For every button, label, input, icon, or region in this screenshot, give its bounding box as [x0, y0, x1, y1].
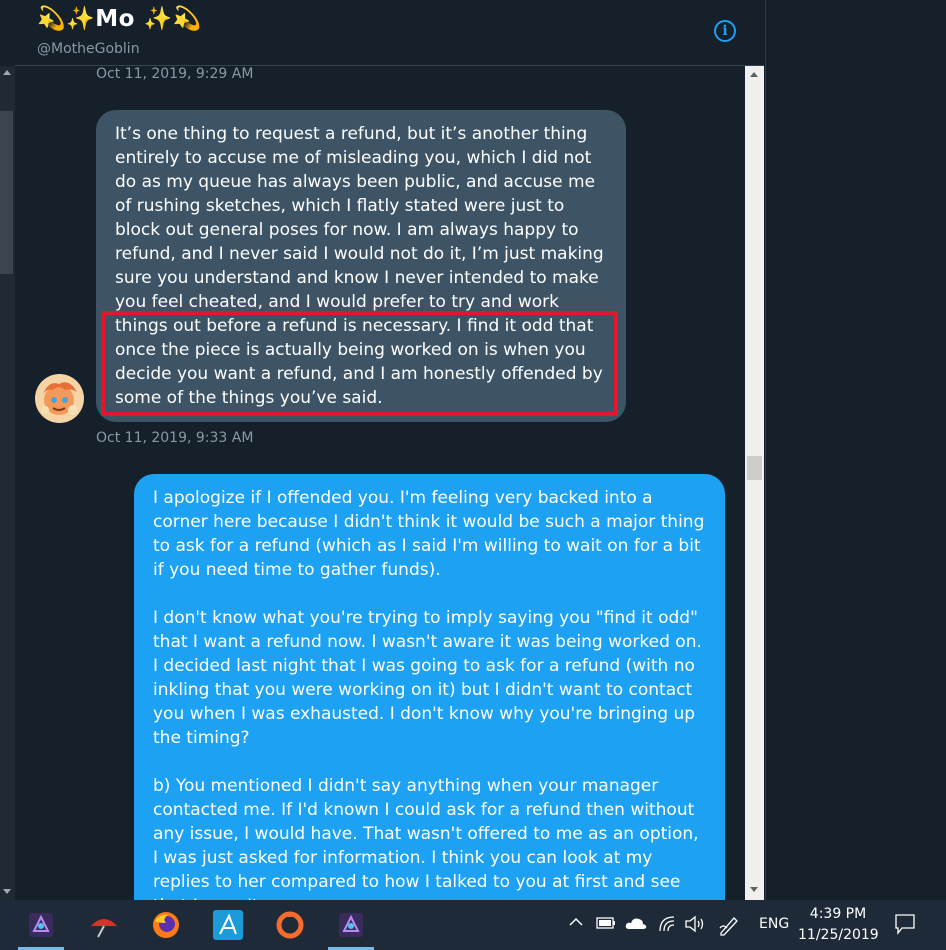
affinity-designer-icon: [213, 910, 243, 940]
taskbar-app-affinity-designer[interactable]: [199, 900, 257, 950]
system-clock[interactable]: 4:39 PM 11/25/2019: [798, 904, 879, 946]
red-highlight-box: [101, 311, 618, 416]
onedrive-cloud-icon[interactable]: [625, 916, 647, 934]
taskbar-app-firefox[interactable]: [137, 900, 195, 950]
affinity-photo-icon: [29, 913, 53, 937]
outgoing-paragraph: b) You mentioned I didn't say anything w…: [153, 776, 699, 900]
outgoing-paragraph: I apologize if I offended you. I'm feeli…: [153, 488, 705, 580]
battery-icon[interactable]: [596, 916, 616, 934]
conversation-scrollbar-thumb[interactable]: [747, 456, 762, 480]
wifi-icon[interactable]: [658, 915, 676, 937]
taskbar-app-origin[interactable]: [261, 900, 319, 950]
contact-handle[interactable]: @MotheGoblin: [37, 41, 140, 57]
message-timestamp: Oct 11, 2019, 9:29 AM: [96, 66, 254, 82]
scroll-down-arrow-icon[interactable]: [3, 889, 11, 894]
scroll-up-arrow-icon[interactable]: [750, 72, 758, 77]
avatar[interactable]: [35, 374, 84, 423]
left-scrollbar-thumb[interactable]: [0, 111, 13, 274]
brush-umbrella-icon: [91, 919, 117, 938]
clock-date: 11/25/2019: [798, 927, 879, 943]
outgoing-paragraph: I don't know what you're trying to imply…: [153, 608, 702, 748]
firefox-icon: [153, 912, 179, 938]
taskbar-app-affinity-photo[interactable]: [322, 900, 380, 950]
avatar-image: [35, 374, 84, 423]
conversation-scrollbar[interactable]: [745, 66, 764, 900]
origin-icon: [276, 911, 304, 939]
info-icon[interactable]: i: [714, 20, 736, 42]
affinity-photo-icon: [339, 913, 363, 937]
notification-center-icon[interactable]: [894, 913, 916, 939]
message-timestamp: Oct 11, 2019, 9:33 AM: [96, 430, 254, 446]
contact-display-name[interactable]: 💫✨Mo ✨💫: [37, 5, 202, 32]
dm-conversation-panel: 💫✨Mo ✨💫 @MotheGoblin i Oct 11, 2019, 9:2…: [15, 0, 766, 900]
scroll-up-arrow-icon[interactable]: [3, 70, 11, 75]
volume-icon[interactable]: [684, 915, 706, 937]
pen-workspace-icon[interactable]: [718, 914, 740, 940]
outgoing-message-bubble[interactable]: I apologize if I offended you. I'm feeli…: [134, 474, 725, 900]
scroll-down-arrow-icon[interactable]: [750, 887, 758, 892]
input-language-indicator[interactable]: ENG: [759, 916, 789, 932]
clock-time: 4:39 PM: [809, 906, 867, 922]
left-scrollbar[interactable]: [0, 66, 15, 900]
taskbar-app-affinity-photo[interactable]: [12, 900, 70, 950]
taskbar-app-paint[interactable]: [75, 900, 133, 950]
chevron-up-icon[interactable]: [568, 914, 584, 934]
conversation-header: 💫✨Mo ✨💫 @MotheGoblin i: [15, 0, 764, 66]
